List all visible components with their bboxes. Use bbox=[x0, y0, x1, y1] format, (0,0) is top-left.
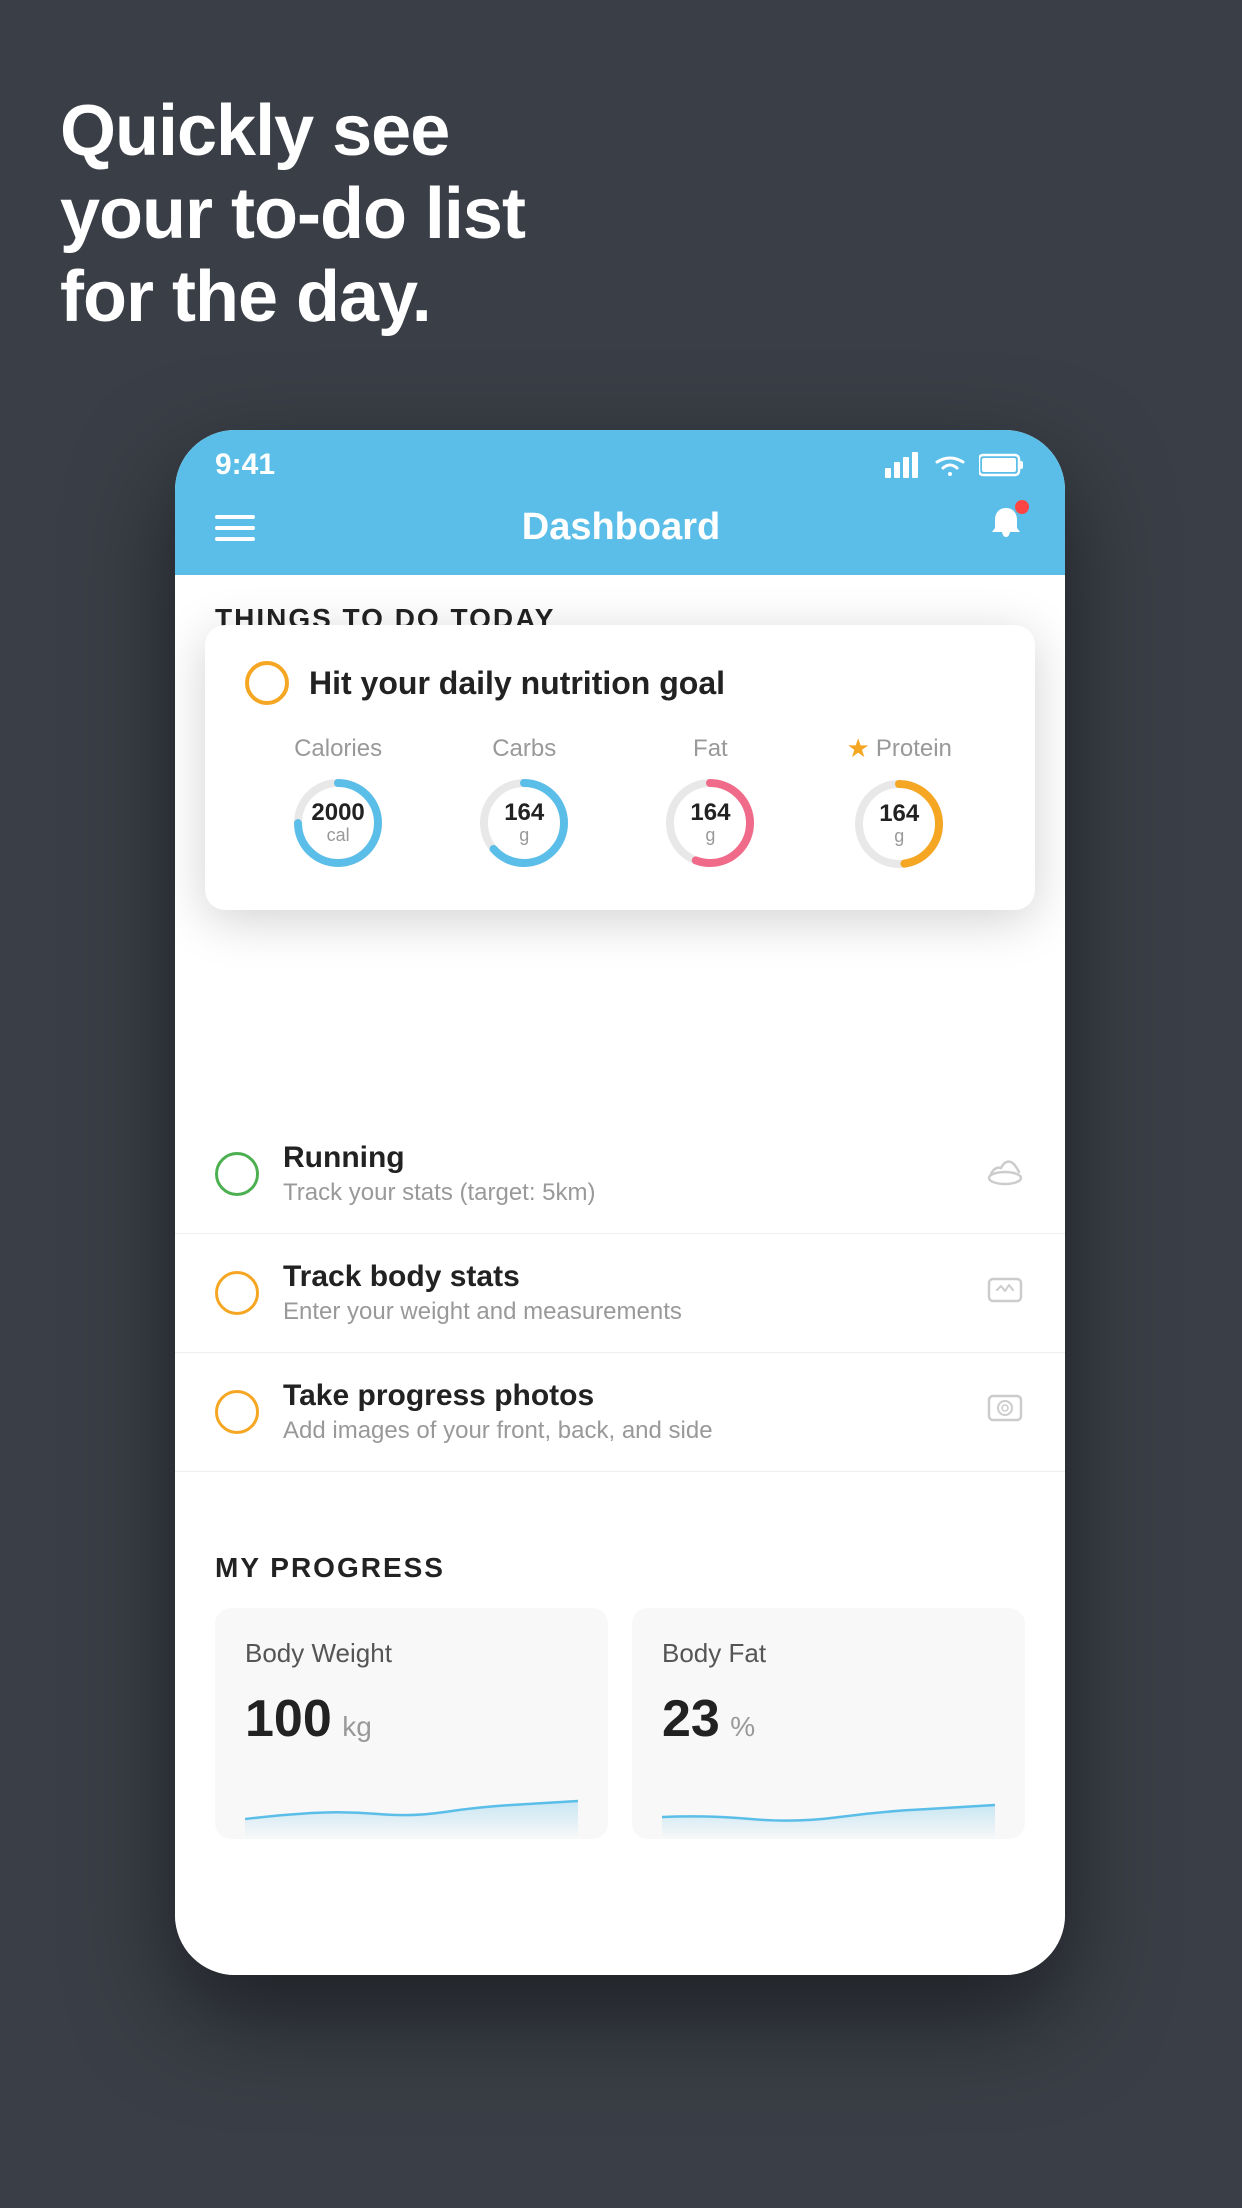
nutrition-title-text: Hit your daily nutrition goal bbox=[309, 665, 725, 702]
todo-content-photos: Take progress photos Add images of your … bbox=[283, 1379, 961, 1445]
protein-value: 164 bbox=[879, 801, 919, 827]
stat-fat: Fat 164 g bbox=[660, 735, 760, 873]
body-fat-title: Body Fat bbox=[662, 1638, 995, 1669]
fat-value: 164 bbox=[690, 799, 730, 825]
hero-line3: for the day. bbox=[60, 257, 431, 337]
nutrition-card[interactable]: Hit your daily nutrition goal Calories 2 bbox=[205, 625, 1035, 910]
hero-headline: Quickly see your to-do list for the day. bbox=[60, 90, 525, 338]
todo-circle-running bbox=[215, 1152, 259, 1196]
nutrition-card-container: Hit your daily nutrition goal Calories 2 bbox=[175, 635, 1065, 915]
todo-title-running: Running bbox=[283, 1141, 961, 1175]
hero-line1: Quickly see bbox=[60, 91, 449, 171]
todo-sub-body-stats: Enter your weight and measurements bbox=[283, 1298, 961, 1326]
progress-cards: Body Weight 100 kg bbox=[215, 1608, 1025, 1839]
stat-protein: ★ Protein 164 g bbox=[847, 733, 952, 874]
nutrition-check-circle bbox=[245, 661, 289, 705]
todo-item-body-stats[interactable]: Track body stats Enter your weight and m… bbox=[175, 1234, 1065, 1353]
nutrition-stats: Calories 2000 cal bbox=[245, 733, 995, 874]
protein-donut: 164 g bbox=[849, 774, 949, 874]
carbs-label: Carbs bbox=[492, 735, 556, 763]
carbs-donut: 164 g bbox=[474, 773, 574, 873]
body-fat-value: 23 bbox=[662, 1690, 720, 1748]
phone-mockup: 9:41 D bbox=[175, 430, 1065, 1975]
fat-donut: 164 g bbox=[660, 773, 760, 873]
body-fat-unit: % bbox=[730, 1711, 755, 1742]
hero-line2: your to-do list bbox=[60, 174, 525, 254]
calories-value: 2000 bbox=[311, 799, 364, 825]
calories-donut: 2000 cal bbox=[288, 773, 388, 873]
battery-icon bbox=[979, 453, 1025, 477]
body-weight-unit: kg bbox=[342, 1711, 372, 1742]
todo-item-running[interactable]: Running Track your stats (target: 5km) bbox=[175, 1115, 1065, 1234]
photo-icon bbox=[985, 1390, 1025, 1434]
nutrition-card-title: Hit your daily nutrition goal bbox=[245, 661, 995, 705]
scale-icon bbox=[985, 1271, 1025, 1315]
body-weight-value: 100 bbox=[245, 1690, 332, 1748]
fat-unit: g bbox=[690, 826, 730, 846]
protein-unit: g bbox=[879, 827, 919, 847]
calories-label: Calories bbox=[294, 735, 382, 763]
header-title: Dashboard bbox=[522, 506, 720, 549]
fat-label: Fat bbox=[693, 735, 728, 763]
body-fat-value-row: 23 % bbox=[662, 1689, 995, 1749]
carbs-value: 164 bbox=[504, 799, 544, 825]
todo-circle-photos bbox=[215, 1390, 259, 1434]
status-icons bbox=[885, 452, 1025, 478]
notifications-button[interactable] bbox=[987, 504, 1025, 551]
stat-carbs: Carbs 164 g bbox=[474, 735, 574, 873]
body-weight-value-row: 100 kg bbox=[245, 1689, 578, 1749]
progress-card-fat[interactable]: Body Fat 23 % bbox=[632, 1608, 1025, 1839]
todo-sub-running: Track your stats (target: 5km) bbox=[283, 1179, 961, 1207]
todo-list: Running Track your stats (target: 5km) T… bbox=[175, 1115, 1065, 1472]
signal-icon bbox=[885, 452, 921, 478]
status-bar: 9:41 bbox=[175, 430, 1065, 490]
app-header: Dashboard bbox=[175, 490, 1065, 575]
todo-title-photos: Take progress photos bbox=[283, 1379, 961, 1413]
stat-calories: Calories 2000 cal bbox=[288, 735, 388, 873]
running-icon bbox=[985, 1152, 1025, 1196]
todo-content-body-stats: Track body stats Enter your weight and m… bbox=[283, 1260, 961, 1326]
phone-body: THINGS TO DO TODAY Hit your daily nutrit… bbox=[175, 575, 1065, 1975]
carbs-unit: g bbox=[504, 826, 544, 846]
progress-section: MY PROGRESS Body Weight 100 kg bbox=[175, 1512, 1065, 1839]
body-weight-title: Body Weight bbox=[245, 1638, 578, 1669]
wifi-icon bbox=[933, 452, 967, 478]
todo-title-body-stats: Track body stats bbox=[283, 1260, 961, 1294]
todo-circle-body-stats bbox=[215, 1271, 259, 1315]
protein-label: ★ Protein bbox=[847, 733, 952, 764]
status-time: 9:41 bbox=[215, 448, 275, 482]
progress-header: MY PROGRESS bbox=[215, 1552, 1025, 1584]
todo-sub-photos: Add images of your front, back, and side bbox=[283, 1417, 961, 1445]
todo-content-running: Running Track your stats (target: 5km) bbox=[283, 1141, 961, 1207]
star-icon: ★ bbox=[847, 733, 870, 764]
todo-item-photos[interactable]: Take progress photos Add images of your … bbox=[175, 1353, 1065, 1472]
progress-card-weight[interactable]: Body Weight 100 kg bbox=[215, 1608, 608, 1839]
menu-button[interactable] bbox=[215, 515, 255, 541]
calories-unit: cal bbox=[311, 826, 364, 846]
body-weight-chart bbox=[245, 1769, 578, 1839]
body-fat-chart bbox=[662, 1769, 995, 1839]
notification-badge bbox=[1015, 500, 1029, 514]
